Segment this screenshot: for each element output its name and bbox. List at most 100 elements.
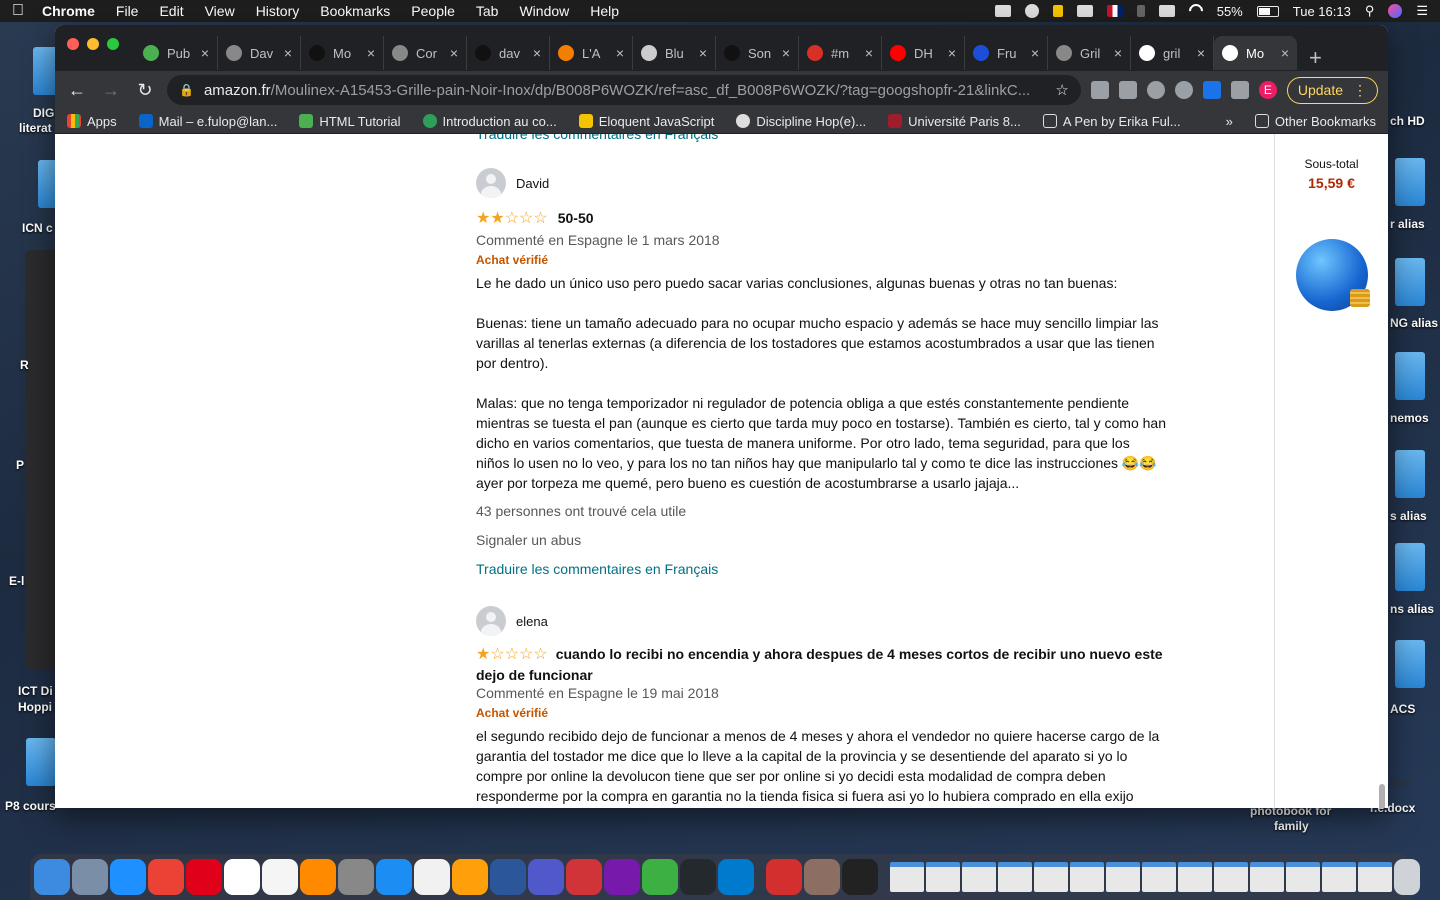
extension-h-icon[interactable] xyxy=(1118,81,1137,99)
photos-icon[interactable] xyxy=(300,859,336,895)
close-tab-icon[interactable]: × xyxy=(1114,45,1122,61)
menu-bookmarks[interactable]: Bookmarks xyxy=(320,3,390,19)
close-window-button[interactable] xyxy=(67,38,79,50)
minimized-window-thumbnail[interactable] xyxy=(1034,862,1068,892)
control-center-icon[interactable]: ☰ xyxy=(1416,3,1428,19)
extension-d-icon[interactable] xyxy=(1202,81,1221,99)
siri-icon[interactable] xyxy=(1388,4,1403,18)
bookmark-html-tutorial[interactable]: HTML Tutorial xyxy=(299,114,401,129)
browser-tab[interactable]: Cor × xyxy=(384,36,467,70)
desktop-label[interactable]: literat xyxy=(19,121,52,135)
browser-tab[interactable]: Blu × xyxy=(633,36,716,70)
menu-people[interactable]: People xyxy=(411,3,455,19)
launchpad-icon[interactable] xyxy=(72,859,108,895)
wifi-icon[interactable] xyxy=(1185,1,1206,21)
review-title[interactable]: cuando lo recibi no encendia y ahora des… xyxy=(476,646,1163,683)
bookmark-introduction[interactable]: Introduction au co... xyxy=(422,114,557,129)
minimized-window-thumbnail[interactable] xyxy=(1142,862,1176,892)
desktop-label[interactable]: ICT Di xyxy=(18,684,53,698)
translate-link-top[interactable]: Traduire les commentaires en Français xyxy=(476,134,718,142)
minimized-window-thumbnail[interactable] xyxy=(1178,862,1212,892)
menu-window[interactable]: Window xyxy=(519,3,569,19)
address-bar[interactable]: 🔒 amazon.fr/Moulinex-A15453-Grille-pain-… xyxy=(167,75,1081,105)
menu-view[interactable]: View xyxy=(205,3,235,19)
menu-history[interactable]: History xyxy=(256,3,300,19)
battery-percent[interactable]: 55% xyxy=(1217,4,1243,19)
extension-w-icon[interactable] xyxy=(1146,81,1165,99)
minimized-window-thumbnail[interactable] xyxy=(1214,862,1248,892)
bookmark-apps[interactable]: Apps xyxy=(67,114,117,129)
desktop-file-icon[interactable] xyxy=(26,738,56,786)
bookmarks-overflow-chevron[interactable]: » xyxy=(1226,114,1233,129)
desktop-label[interactable]: ACS xyxy=(1390,702,1415,716)
input-source-flag-icon[interactable] xyxy=(1106,5,1123,17)
browser-tab[interactable]: Son × xyxy=(716,36,799,70)
browser-tab[interactable]: Mo × xyxy=(301,36,384,70)
minimized-window-thumbnail[interactable] xyxy=(1286,862,1320,892)
close-tab-icon[interactable]: × xyxy=(450,45,458,61)
close-tab-icon[interactable]: × xyxy=(699,45,707,61)
reviewer-name[interactable]: elena xyxy=(516,614,548,629)
browser-tab[interactable]: Pub × xyxy=(135,36,218,70)
desktop-label[interactable]: P xyxy=(16,458,24,472)
trash-icon[interactable] xyxy=(1394,859,1420,895)
extension-doc-icon[interactable] xyxy=(1090,81,1109,99)
desktop-label[interactable]: ch HD xyxy=(1390,114,1425,128)
other-bookmarks[interactable]: Other Bookmarks xyxy=(1254,114,1376,129)
zotero-icon[interactable] xyxy=(566,859,602,895)
bookmark-star-icon[interactable]: ☆ xyxy=(1047,81,1068,99)
minimized-window-thumbnail[interactable] xyxy=(1106,862,1140,892)
close-tab-icon[interactable]: × xyxy=(533,45,541,61)
menu-app-name[interactable]: Chrome xyxy=(42,3,95,19)
desktop-file-icon[interactable] xyxy=(1395,450,1425,498)
keyboard-icon[interactable] xyxy=(1158,5,1175,17)
word-icon[interactable] xyxy=(490,859,526,895)
desktop-file-icon[interactable] xyxy=(1395,352,1425,400)
bookmark-mail[interactable]: Mail – e.fulop@lan... xyxy=(138,114,277,129)
scrollbar-thumb[interactable] xyxy=(1379,784,1385,808)
desktop-label[interactable]: r alias xyxy=(1390,217,1425,231)
minimized-window-thumbnail[interactable] xyxy=(1322,862,1356,892)
vscode-icon[interactable] xyxy=(718,859,754,895)
bookmark-eloquent-js[interactable]: Eloquent JavaScript xyxy=(578,114,714,129)
clock[interactable]: Tue 16:13 xyxy=(1293,4,1351,19)
close-tab-icon[interactable]: × xyxy=(782,45,790,61)
github-desktop-icon[interactable] xyxy=(680,859,716,895)
bookmark-paris8[interactable]: Université Paris 8... xyxy=(888,114,1021,129)
bluetooth-icon[interactable] xyxy=(1136,5,1145,17)
desktop-label[interactable]: NG alias xyxy=(1390,316,1438,330)
browser-tab[interactable]: Mo × xyxy=(1214,36,1297,70)
desktop-file-icon[interactable] xyxy=(1395,158,1425,206)
translate-link[interactable]: Traduire les commentaires en Français xyxy=(476,561,1166,577)
minimized-window-thumbnail[interactable] xyxy=(1358,862,1392,892)
close-tab-icon[interactable]: × xyxy=(367,45,375,61)
desktop-label[interactable]: R xyxy=(20,358,29,372)
teams-icon[interactable] xyxy=(528,859,564,895)
browser-tab[interactable]: DH × xyxy=(882,36,965,70)
update-button[interactable]: Update ⋮ xyxy=(1286,76,1378,104)
close-tab-icon[interactable]: × xyxy=(1281,45,1289,61)
back-button[interactable]: ← xyxy=(65,80,89,101)
minimized-window-thumbnail[interactable] xyxy=(926,862,960,892)
desktop-file-icon[interactable] xyxy=(1395,543,1425,591)
desktop-label[interactable]: Hoppi xyxy=(18,700,52,714)
finder-icon[interactable] xyxy=(34,859,70,895)
browser-tab[interactable]: L'A × xyxy=(550,36,633,70)
desktop-label[interactable]: family xyxy=(1274,819,1309,833)
close-tab-icon[interactable]: × xyxy=(201,45,209,61)
creative-cloud-icon[interactable] xyxy=(1024,4,1039,18)
minimized-window-thumbnail[interactable] xyxy=(962,862,996,892)
menu-tab[interactable]: Tab xyxy=(476,3,499,19)
books-icon[interactable] xyxy=(414,859,450,895)
app-store-icon[interactable] xyxy=(376,859,412,895)
minimized-window-thumbnail[interactable] xyxy=(1250,862,1284,892)
browser-tab[interactable]: #m × xyxy=(799,36,882,70)
system-preferences-icon[interactable] xyxy=(338,859,374,895)
star-rating[interactable]: ★☆☆☆☆ xyxy=(476,646,548,663)
minimize-window-button[interactable] xyxy=(87,38,99,50)
desktop-file-icon[interactable] xyxy=(1395,258,1425,306)
report-abuse-link[interactable]: Signaler un abus xyxy=(476,532,1166,548)
desktop-file-icon[interactable] xyxy=(1395,640,1425,688)
recycle-app-icon[interactable] xyxy=(642,859,678,895)
menu-help[interactable]: Help xyxy=(590,3,619,19)
